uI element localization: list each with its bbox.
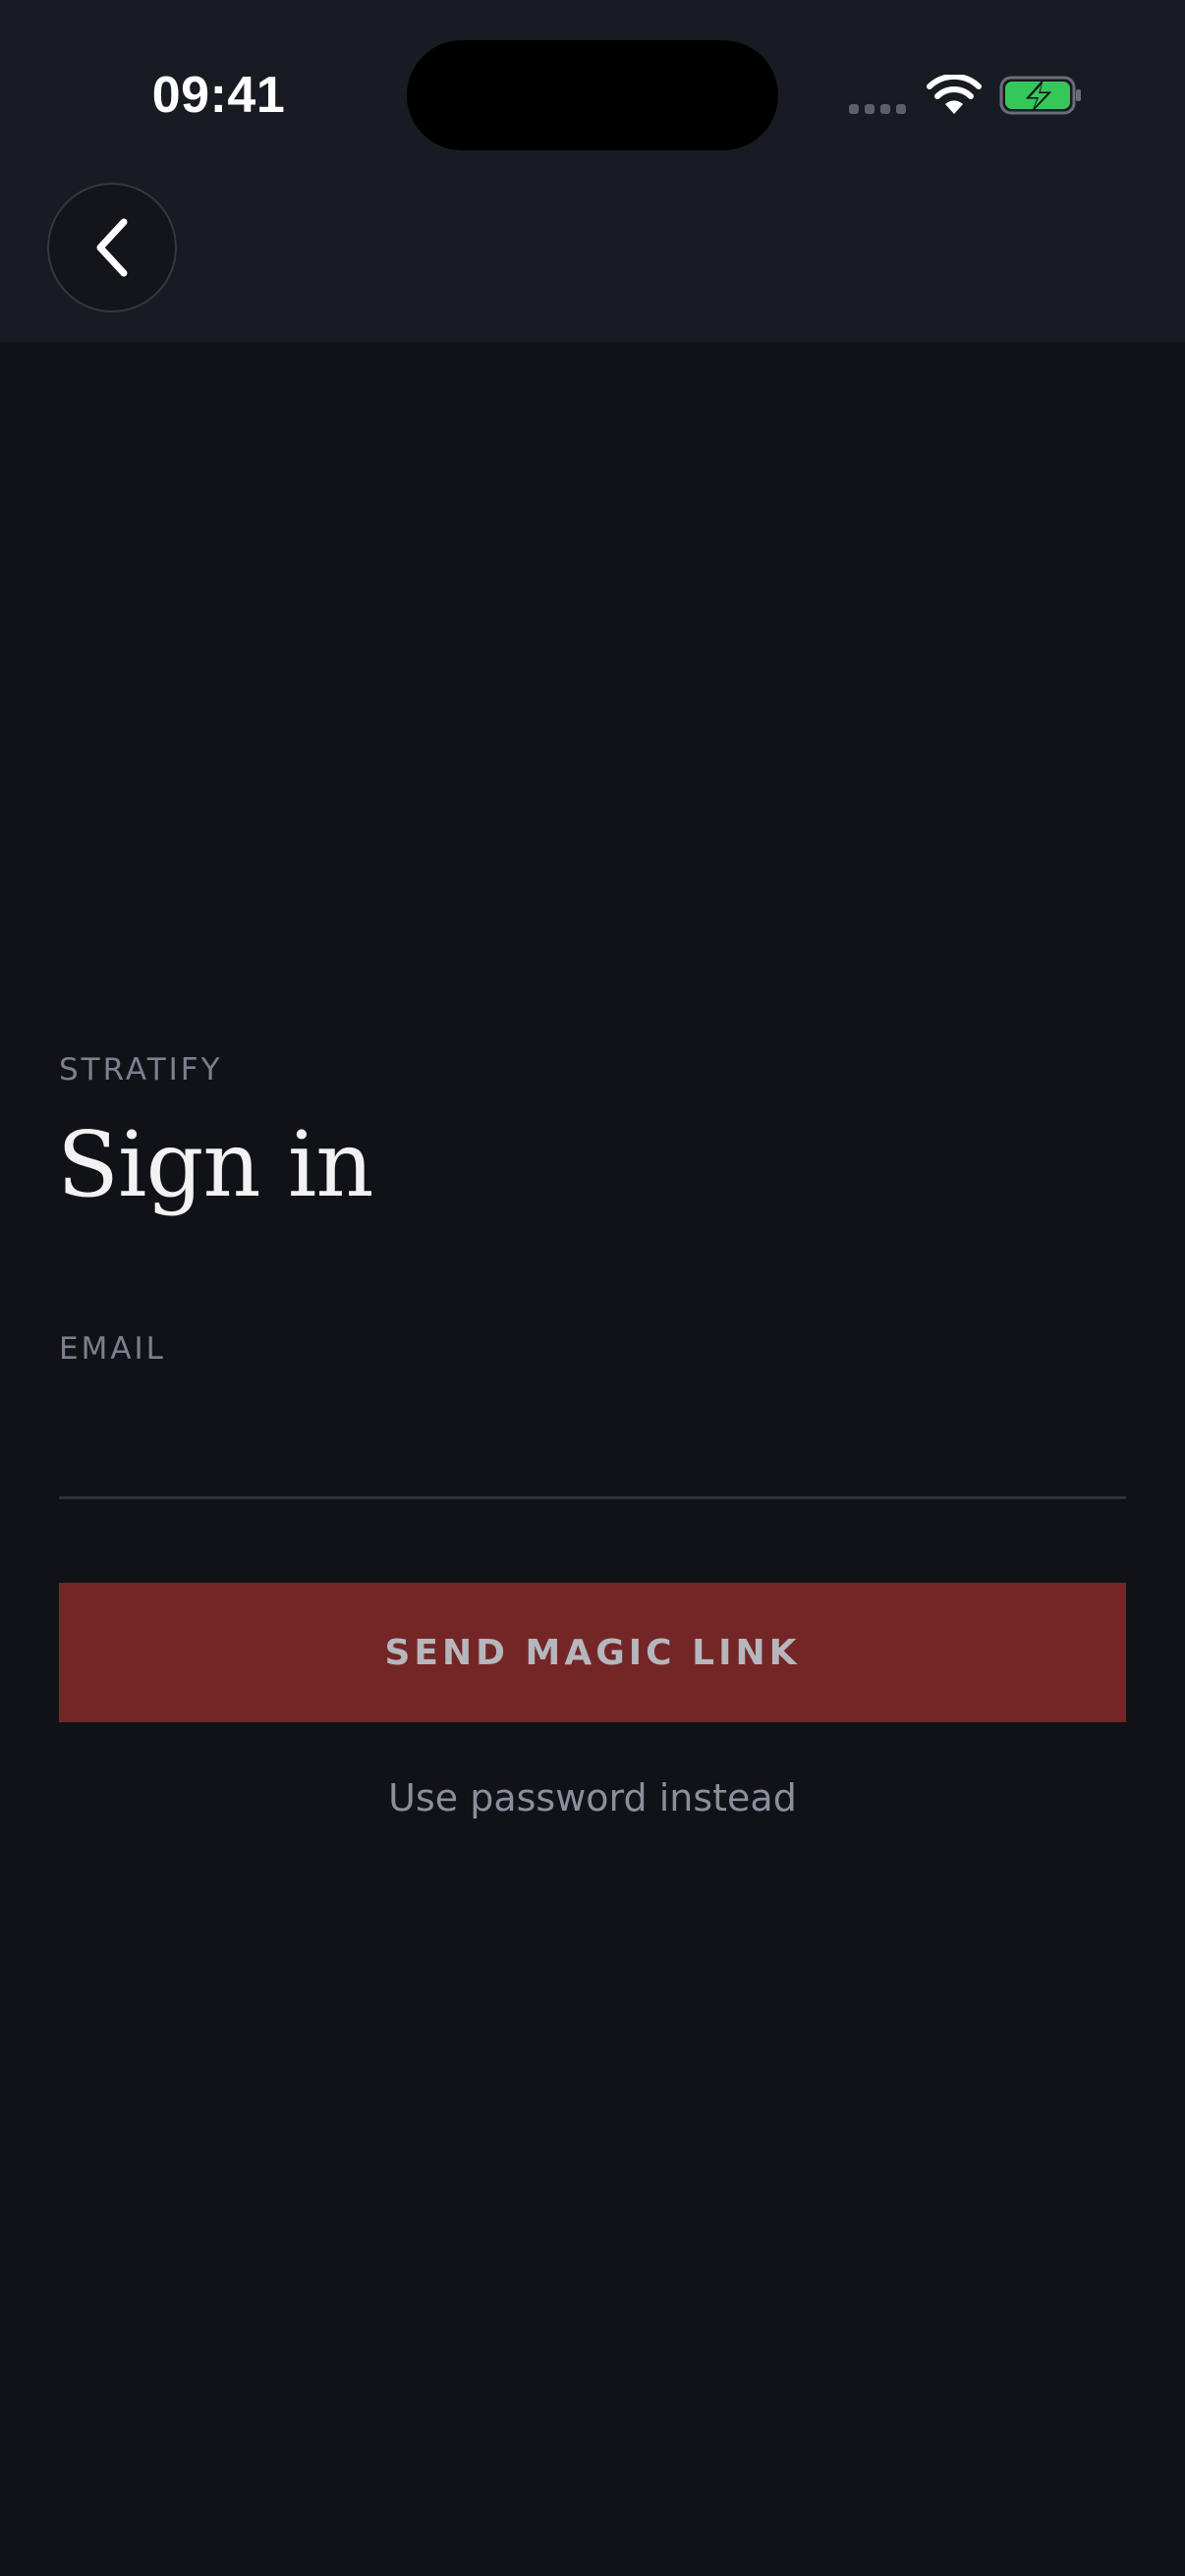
battery-charging-icon [999, 76, 1081, 115]
signal-icon [849, 104, 906, 114]
send-magic-link-label: SEND MAGIC LINK [384, 1632, 801, 1673]
dynamic-island [407, 40, 778, 150]
sign-in-screen: 09:41 STRATIFY Sign in EMAIL SEND MAGIC … [0, 0, 1185, 2576]
back-button[interactable] [47, 183, 177, 312]
use-password-label: Use password instead [388, 1776, 797, 1820]
status-time: 09:41 [151, 67, 286, 124]
send-magic-link-button[interactable]: SEND MAGIC LINK [59, 1583, 1126, 1722]
wifi-icon [927, 75, 982, 114]
use-password-link[interactable]: Use password instead [0, 1768, 1185, 1827]
email-label: EMAIL [59, 1331, 166, 1367]
brand-label: STRATIFY [59, 1052, 223, 1088]
header-area: 09:41 [0, 0, 1185, 342]
chevron-left-icon [96, 218, 128, 277]
page-title: Sign in [57, 1112, 374, 1217]
email-input[interactable] [59, 1379, 1126, 1499]
